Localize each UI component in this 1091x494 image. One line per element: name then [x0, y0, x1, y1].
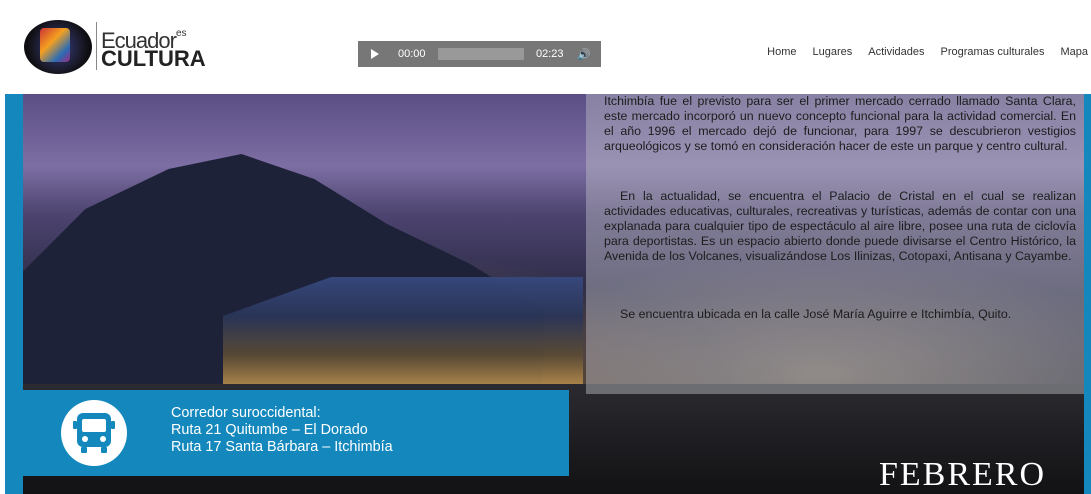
bus-icon	[61, 400, 127, 466]
hero-section: Itchimbía fue el previsto para ser el pr…	[5, 94, 1091, 494]
bus-route-box: Corredor suroccidental: Ruta 21 Quitumbe…	[23, 390, 569, 476]
site-logo[interactable]: Ecuadores CULTURA	[24, 18, 206, 78]
address-paragraph: Se encuentra ubicada en la calle José Ma…	[620, 307, 1012, 321]
hero-image: Itchimbía fue el previsto para ser el pr…	[23, 94, 1084, 494]
duration: 02:23	[536, 48, 564, 60]
current-time: 00:00	[398, 48, 426, 60]
nav-mapa[interactable]: Mapa	[1060, 46, 1088, 58]
description-paragraph: Itchimbía fue el previsto para ser el pr…	[604, 94, 1076, 153]
month-label: FEBRERO	[879, 456, 1047, 493]
logo-figure-icon	[40, 28, 70, 62]
bus-corridor-title: Corredor suroccidental:	[171, 405, 321, 421]
bus-route-line: Ruta 17 Santa Bárbara – Itchimbía	[171, 439, 393, 455]
bus-route-text: Corredor suroccidental: Ruta 21 Quitumbe…	[171, 405, 393, 456]
volume-icon[interactable]: 🔊	[572, 41, 596, 67]
audio-player: 00:00 02:23 🔊	[358, 41, 601, 67]
nav-programas-culturales[interactable]: Programas culturales	[941, 46, 1045, 58]
play-icon[interactable]	[364, 41, 386, 67]
site-header: Ecuadores CULTURA 00:00 02:23 🔊 Home Lug…	[0, 0, 1091, 94]
description-panel: Itchimbía fue el previsto para ser el pr…	[586, 94, 1084, 394]
logo-text-cultura: CULTURA	[101, 46, 206, 71]
progress-bar[interactable]	[438, 48, 524, 60]
main-nav: Home Lugares Actividades Programas cultu…	[767, 46, 1091, 58]
description-paragraph: En la actualidad, se encuentra el Palaci…	[604, 189, 1076, 263]
bus-route-line: Ruta 21 Quitumbe – El Dorado	[171, 422, 368, 438]
nav-lugares[interactable]: Lugares	[813, 46, 853, 58]
nav-home[interactable]: Home	[767, 46, 796, 58]
nav-actividades[interactable]: Actividades	[868, 46, 924, 58]
logo-divider	[96, 22, 97, 70]
